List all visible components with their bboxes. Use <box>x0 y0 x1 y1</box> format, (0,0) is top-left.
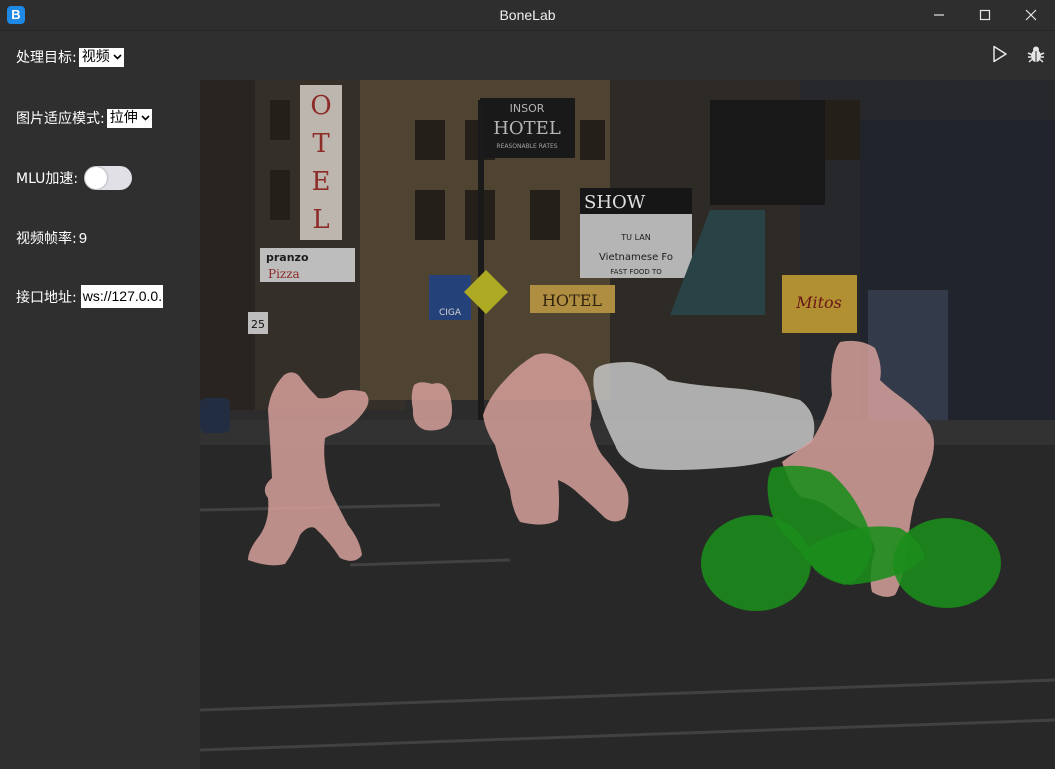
video-preview: O T E L INSOR HOTEL REASONABLE RATES SHO… <box>200 80 1055 769</box>
play-button[interactable] <box>989 43 1011 65</box>
api-row: 接口地址: ws://127.0.0.1 <box>16 285 163 308</box>
fps-label: 视频帧率: <box>16 231 77 247</box>
fit-mode-select-value: 拉伸 <box>109 109 138 126</box>
close-icon <box>1025 9 1037 21</box>
play-icon <box>993 45 1007 63</box>
chevron-down-icon <box>141 115 150 121</box>
mlu-row: MLU加速: <box>16 166 133 190</box>
minimize-button[interactable] <box>916 0 962 30</box>
fit-mode-label: 图片适应模式: <box>16 111 105 127</box>
maximize-icon <box>979 9 991 21</box>
fps-row: 视频帧率: 9 <box>16 228 87 248</box>
toggle-knob <box>85 167 108 189</box>
mlu-label: MLU加速: <box>16 171 79 187</box>
fit-mode-select[interactable]: 拉伸 <box>106 108 152 128</box>
fit-mode-row: 图片适应模式: 拉伸 <box>16 108 152 128</box>
target-select[interactable]: 视频 <box>78 47 124 67</box>
toolbar <box>200 31 1055 80</box>
video-frame: O T E L INSOR HOTEL REASONABLE RATES SHO… <box>200 80 1055 769</box>
title-bar: B BoneLab <box>0 0 1055 31</box>
settings-sidebar: 处理目标: 视频 图片适应模式: 拉伸 MLU加速: 视频帧率: 9 接口地址:… <box>0 31 200 769</box>
mlu-toggle[interactable] <box>84 166 133 190</box>
chevron-down-icon <box>113 54 122 60</box>
bug-icon <box>1027 46 1045 63</box>
debug-button[interactable] <box>1025 43 1047 65</box>
window-title: BoneLab <box>499 7 556 23</box>
fps-value: 9 <box>78 229 88 247</box>
api-address-input[interactable]: ws://127.0.0.1 <box>80 285 163 308</box>
app-window: B BoneLab 处理目标: 视频 图片适应模式: 拉伸 MLU加速: 视频帧… <box>0 0 1055 769</box>
api-label: 接口地址: <box>16 289 77 306</box>
frame-dim-overlay <box>200 80 1055 769</box>
maximize-button[interactable] <box>962 0 1008 30</box>
minimize-icon <box>934 14 944 16</box>
close-button[interactable] <box>1008 0 1054 30</box>
target-select-value: 视频 <box>81 48 110 65</box>
target-label: 处理目标: <box>16 50 77 66</box>
target-row: 处理目标: 视频 <box>16 47 124 67</box>
